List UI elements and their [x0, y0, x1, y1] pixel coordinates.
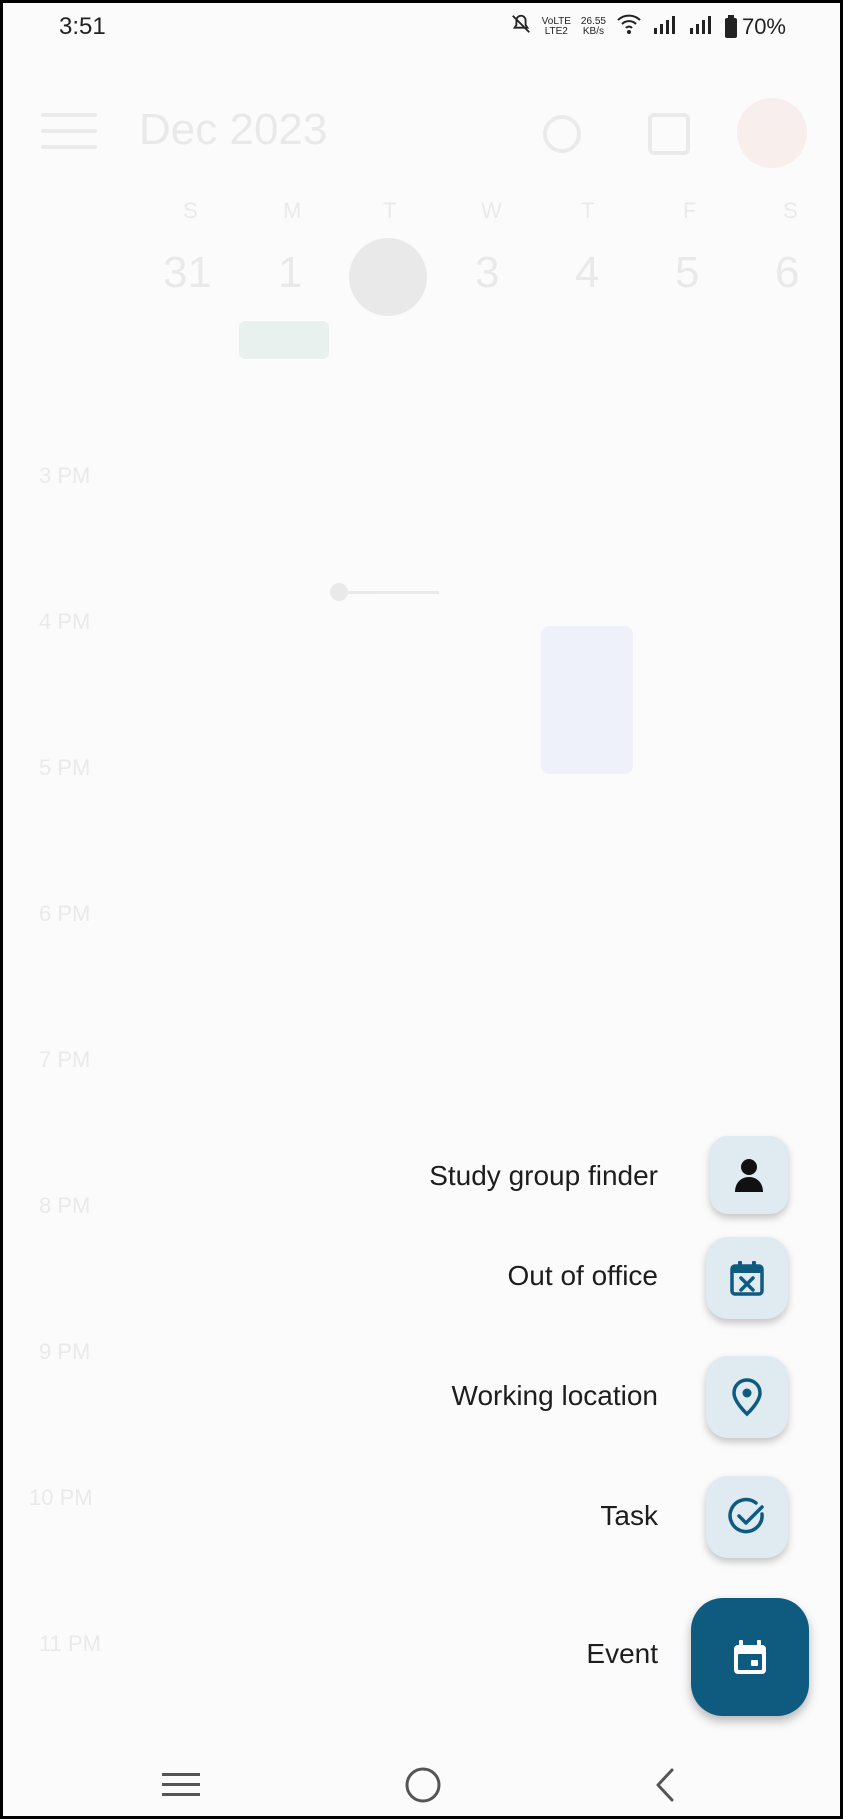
date-label: 4	[575, 248, 600, 297]
hour-label: 9 PM	[39, 1339, 91, 1364]
weekday-label: T	[383, 198, 397, 223]
hour-label: 8 PM	[39, 1193, 91, 1218]
home-icon	[405, 1767, 441, 1803]
fab-label-study-group-finder[interactable]: Study group finder	[429, 1160, 658, 1192]
event-block	[541, 626, 633, 774]
date-label: 1	[278, 248, 303, 297]
avatar	[737, 98, 807, 168]
date-label: 6	[775, 248, 800, 297]
study-group-finder-button[interactable]	[710, 1136, 788, 1214]
date-label: 2	[375, 248, 400, 297]
check-circle-icon	[728, 1497, 764, 1534]
wifi-icon	[616, 13, 642, 41]
location-pin-icon	[732, 1378, 762, 1417]
calendar-x-icon	[730, 1261, 764, 1296]
fab-label-out-of-office[interactable]: Out of office	[508, 1260, 658, 1292]
task-button[interactable]	[706, 1476, 788, 1558]
weekday-label: F	[683, 198, 697, 223]
calendar-event-icon	[734, 1640, 766, 1674]
status-time: 3:51	[59, 13, 106, 40]
weekday-label: T	[581, 198, 595, 223]
back-icon	[656, 1768, 674, 1802]
menu-icon	[41, 113, 97, 149]
recents-icon	[162, 1773, 200, 1796]
hour-label: 5 PM	[39, 755, 91, 780]
month-label: Dec 2023	[139, 105, 328, 154]
network-speed: 26.55 KB/s	[580, 16, 606, 37]
status-icons: VoLTE LTE2 26.55 KB/s 70%	[510, 13, 786, 41]
hour-label: 10 PM	[29, 1485, 93, 1510]
today-calendar-icon	[648, 113, 690, 155]
weekday-label: W	[481, 198, 502, 223]
search-icon	[543, 115, 581, 153]
weekday-label: S	[783, 198, 798, 223]
fab-label-event[interactable]: Event	[586, 1638, 658, 1670]
fab-label-task[interactable]: Task	[600, 1500, 658, 1532]
battery-icon	[724, 15, 737, 38]
date-label: 5	[675, 248, 700, 297]
person-icon	[735, 1159, 763, 1192]
current-time-line	[343, 591, 439, 594]
hour-label: 7 PM	[39, 1047, 91, 1072]
hour-label: 4 PM	[39, 609, 91, 634]
battery-percent: 70%	[741, 14, 786, 39]
screen: 3:51 VoLTE LTE2 26.55 KB/s 70% Dec 2023 …	[3, 3, 840, 1816]
event-button[interactable]	[691, 1598, 809, 1716]
home-button[interactable]	[393, 1763, 453, 1807]
hour-label: 6 PM	[39, 901, 91, 926]
status-bar: 3:51 VoLTE LTE2 26.55 KB/s 70%	[3, 3, 840, 53]
date-label: 31	[163, 248, 212, 297]
signal-icon	[652, 13, 678, 41]
fab-label-working-location[interactable]: Working location	[452, 1380, 658, 1412]
hour-label: 3 PM	[39, 463, 91, 488]
weekday-label: S	[183, 198, 198, 223]
signal-icon-2	[688, 13, 714, 41]
navigation-bar	[3, 1755, 840, 1816]
battery-indicator: 70%	[724, 14, 786, 40]
volte-indicator: VoLTE LTE2	[541, 16, 571, 37]
working-location-button[interactable]	[706, 1356, 788, 1438]
date-label: 3	[475, 248, 500, 297]
recents-button[interactable]	[151, 1763, 211, 1807]
mute-icon	[510, 13, 532, 41]
out-of-office-button[interactable]	[706, 1237, 788, 1319]
event-chip	[239, 321, 329, 359]
weekday-label: M	[283, 198, 302, 223]
back-button[interactable]	[635, 1763, 695, 1807]
hour-label: 11 PM	[39, 1631, 101, 1656]
